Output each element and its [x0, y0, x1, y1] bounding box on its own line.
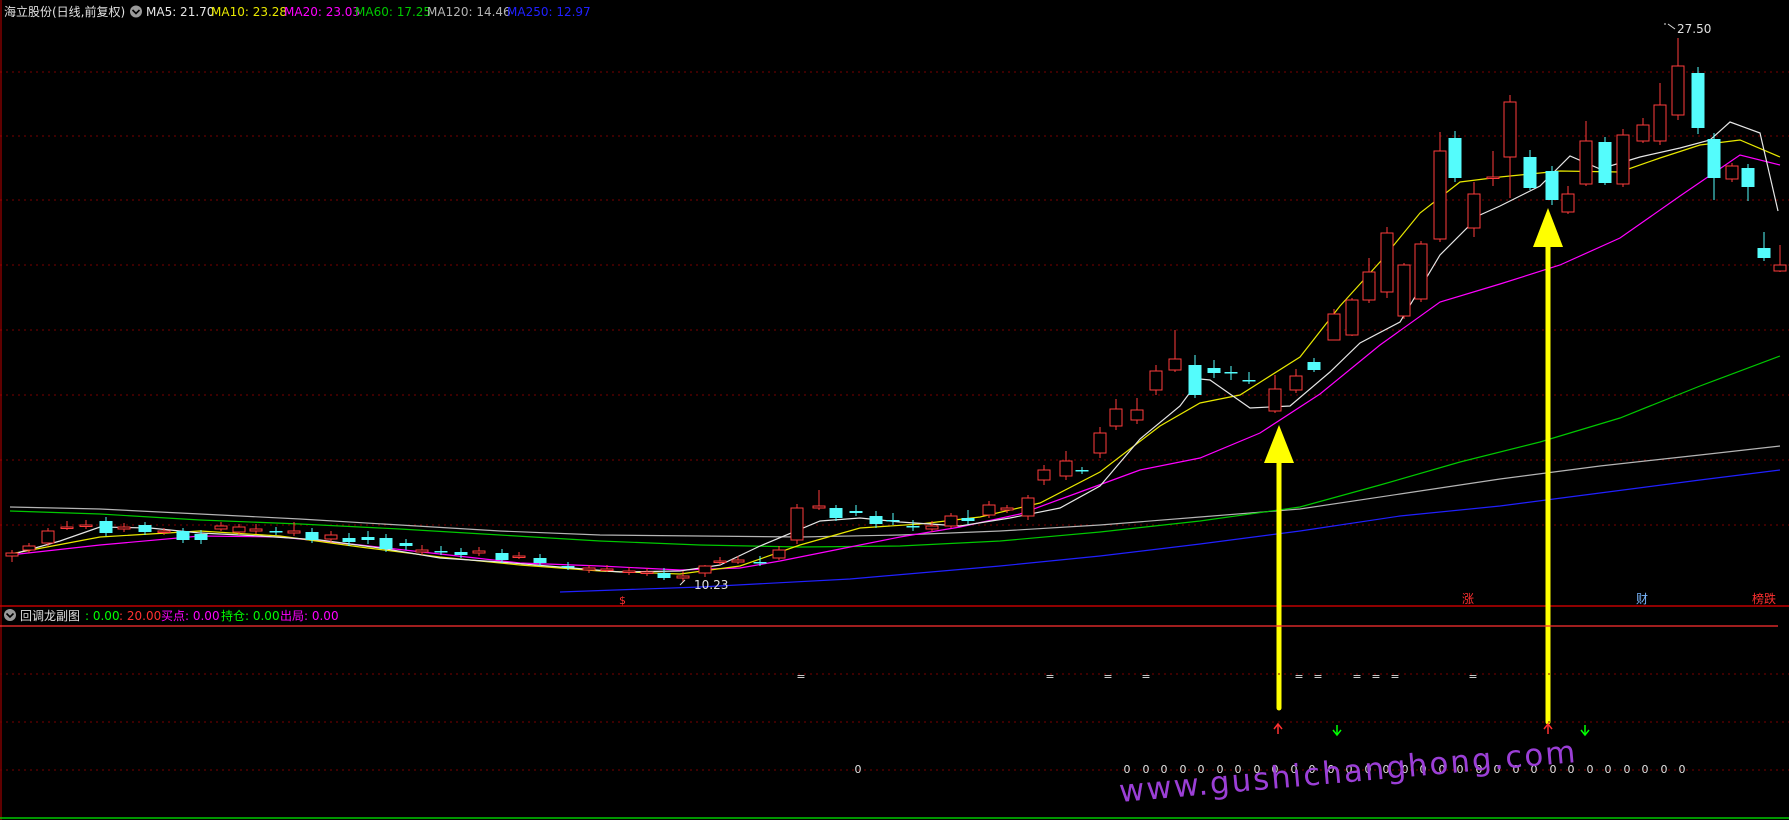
candle-up [1327, 309, 1341, 341]
candle-down [1691, 67, 1705, 134]
signal-equals-mark: = [1103, 670, 1112, 683]
background [0, 0, 1789, 820]
signal-zero-mark: 0 [1679, 763, 1686, 776]
signal-zero-mark: 0 [855, 763, 862, 776]
marker-bangdie[interactable]: 榜跌 [1752, 591, 1776, 606]
candle-up [790, 504, 804, 544]
signal-zero-mark: 0 [1587, 763, 1594, 776]
candle-up [41, 528, 55, 546]
exit-readout: 出局: 0.00 [280, 609, 339, 623]
candle-up [1725, 163, 1739, 182]
candle-up [1380, 227, 1394, 298]
candle-up [1345, 298, 1359, 336]
sub-chart-title: 回调龙副图 [20, 609, 80, 623]
candle-down [1598, 137, 1612, 185]
buy-readout: 买点: 0.00 [161, 609, 220, 623]
marker-s[interactable]: $ [619, 594, 626, 607]
signal-equals-mark: = [1352, 670, 1361, 683]
ma5-readout: MA5: 21.70 [146, 5, 214, 19]
candle-up [1616, 129, 1630, 187]
marker-cai[interactable]: 财 [1636, 592, 1648, 606]
low-price-label: 10.23 [694, 578, 728, 592]
signal-zero-mark: 0 [1642, 763, 1649, 776]
signal-zero-mark: 0 [1605, 763, 1612, 776]
candle-up [1397, 263, 1411, 319]
ma60-readout: MA60: 17.25 [355, 5, 431, 19]
signal-equals-mark: = [1045, 670, 1054, 683]
chevron-down-icon[interactable] [130, 5, 142, 18]
ma250-readout: MA250: 12.97 [507, 5, 591, 19]
signal-equals-mark: = [1468, 670, 1477, 683]
signal-zero-mark: 0 [1624, 763, 1631, 776]
sub-value-zero: : 0.00 [85, 609, 120, 623]
sub-value-twenty: : 20.00 [119, 609, 161, 623]
candle-up [1414, 241, 1428, 302]
candle-down [1545, 166, 1559, 205]
signal-zero-mark: 0 [1661, 763, 1668, 776]
high-price-label: 27.50 [1677, 22, 1711, 36]
signal-equals-mark: = [1313, 670, 1322, 683]
signal-equals-mark: = [796, 670, 805, 683]
signal-equals-mark: = [1294, 670, 1303, 683]
sub-chart-icon[interactable] [4, 609, 16, 621]
marker-zhang[interactable]: 涨 [1462, 591, 1474, 606]
signal-equals-mark: = [1371, 670, 1380, 683]
stock-chart-window: 海立股份(日线,前复权) MA5: 21.70 MA10: 23.28 MA20… [0, 0, 1789, 820]
chart-title: 海立股份(日线,前复权) [4, 4, 125, 19]
signal-equals-mark: = [1390, 670, 1399, 683]
ma20-readout: MA20: 23.03 [284, 5, 360, 19]
ma10-readout: MA10: 23.28 [211, 5, 287, 19]
ma120-readout: MA120: 14.46 [427, 5, 511, 19]
candle-up [1021, 495, 1035, 520]
hold-readout: 持仓: 0.00 [221, 608, 280, 623]
candle-down [1448, 131, 1462, 182]
signal-equals-mark: = [1141, 670, 1150, 683]
